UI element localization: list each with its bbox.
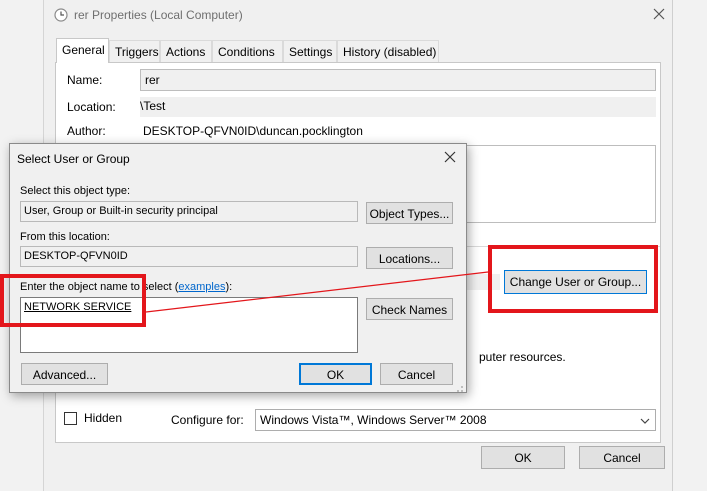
highlight-box-change-user — [488, 245, 658, 313]
tab-history[interactable]: History (disabled) — [337, 40, 439, 62]
close-icon[interactable] — [443, 150, 457, 164]
object-type-value: User, Group or Built-in security princip… — [24, 205, 218, 217]
from-location-value: DESKTOP-QFVN0ID — [24, 250, 128, 262]
tab-triggers[interactable]: Triggers — [109, 40, 160, 62]
name-label: Name: — [67, 73, 103, 87]
hidden-checkbox[interactable] — [64, 412, 77, 425]
locations-button[interactable]: Locations... — [366, 247, 453, 269]
configure-value: Windows Vista™, Windows Server™ 2008 — [260, 413, 487, 427]
dialog-title: Select User or Group — [17, 152, 130, 166]
tab-conditions[interactable]: Conditions — [212, 40, 283, 62]
dialog-ok-button[interactable]: OK — [299, 363, 372, 385]
configure-select[interactable]: Windows Vista™, Windows Server™ 2008 — [255, 409, 656, 431]
close-icon[interactable] — [652, 7, 666, 21]
hidden-label: Hidden — [84, 411, 123, 425]
advanced-button[interactable]: Advanced... — [21, 363, 108, 385]
name-value: rer — [145, 73, 160, 87]
tab-actions[interactable]: Actions — [160, 40, 212, 62]
window-title: rer Properties (Local Computer) — [74, 8, 243, 22]
examples-link[interactable]: examples — [178, 281, 225, 293]
resources-text: puter resources. — [479, 350, 566, 364]
select-user-dialog: Select User or Group Select this object … — [9, 143, 467, 393]
author-value: DESKTOP-QFVN0ID\duncan.pocklington — [143, 124, 363, 138]
object-types-button[interactable]: Object Types... — [366, 202, 453, 224]
location-field: \Test — [140, 97, 656, 117]
from-location-label: From this location: — [20, 231, 110, 243]
object-type-field: User, Group or Built-in security princip… — [20, 201, 358, 222]
configure-label: Configure for: — [171, 413, 244, 427]
tab-settings[interactable]: Settings — [283, 40, 337, 62]
author-label: Author: — [67, 124, 106, 138]
resize-grip-icon[interactable] — [455, 382, 464, 392]
dialog-cancel-button[interactable]: Cancel — [380, 363, 453, 385]
location-value: \Test — [140, 99, 166, 113]
name-field[interactable]: rer — [140, 69, 656, 91]
task-clock-icon — [54, 8, 68, 22]
from-location-field: DESKTOP-QFVN0ID — [20, 246, 358, 267]
check-names-button[interactable]: Check Names — [366, 298, 453, 320]
highlight-box-object-name — [0, 274, 146, 327]
dropdown-chevron-icon — [640, 415, 650, 425]
properties-ok-button[interactable]: OK — [481, 446, 565, 469]
location-label: Location: — [67, 100, 116, 114]
properties-cancel-button[interactable]: Cancel — [579, 446, 665, 469]
object-type-label: Select this object type: — [20, 185, 131, 197]
tab-general[interactable]: General — [56, 38, 109, 63]
